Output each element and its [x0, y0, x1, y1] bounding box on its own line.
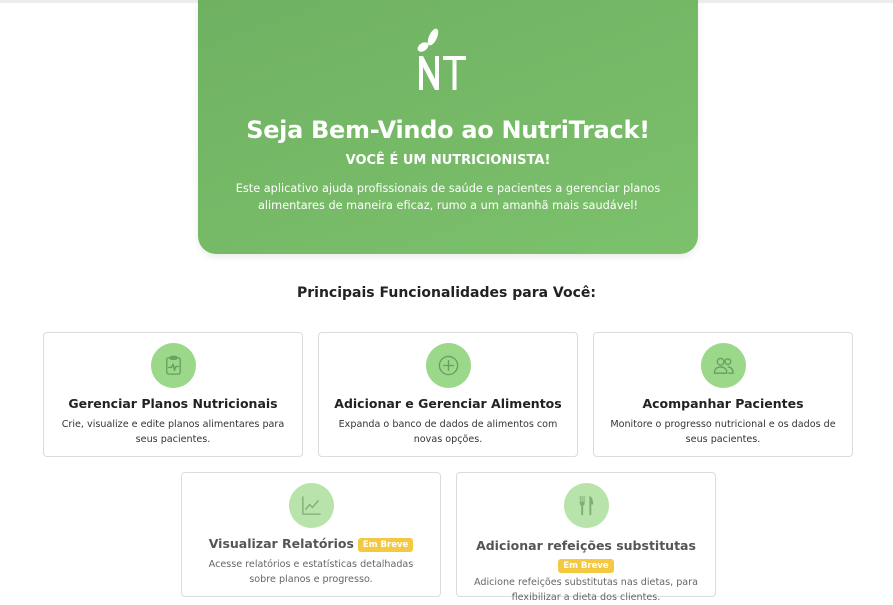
card-title: Gerenciar Planos Nutricionais [68, 396, 278, 411]
badge-row: Em Breve [457, 555, 715, 574]
welcome-banner: Seja Bem-Vindo ao NutriTrack! VOCÊ É UM … [198, 0, 698, 254]
chart-line-icon [289, 483, 334, 528]
card-title: Acompanhar Pacientes [642, 396, 804, 411]
coming-soon-badge: Em Breve [558, 558, 614, 573]
feature-card-patients[interactable]: Acompanhar Pacientes Monitore o progress… [593, 332, 853, 457]
card-description: Expanda o banco de dados de alimentos co… [338, 419, 558, 445]
features-heading: Principais Funcionalidades para Você: [297, 285, 596, 301]
feature-card-reports[interactable]: Visualizar Relatórios Em Breve Acesse rel… [181, 472, 441, 597]
card-title: Adicionar refeições substitutas [476, 538, 696, 553]
card-title-text: Visualizar Relatórios [208, 536, 354, 551]
welcome-description: Este aplicativo ajuda profissionais de s… [235, 182, 661, 212]
nutritrack-logo [412, 26, 482, 96]
welcome-title: Seja Bem-Vindo ao NutriTrack! [246, 116, 650, 144]
card-title: Visualizar Relatórios Em Breve [182, 536, 440, 552]
card-description: Adicione refeições substitutas nas dieta… [474, 577, 698, 603]
card-description: Crie, visualize e edite planos alimentar… [61, 419, 285, 445]
feature-card-foods[interactable]: Adicionar e Gerenciar Alimentos Expanda … [318, 332, 578, 457]
users-icon [701, 343, 746, 388]
plus-circle-icon [426, 343, 471, 388]
feature-card-substitute-meals[interactable]: Adicionar refeições substitutas Em Breve… [456, 472, 716, 603]
clipboard-pulse-icon [151, 343, 196, 388]
feature-card-nutrition-plans[interactable]: Gerenciar Planos Nutricionais Crie, visu… [43, 332, 303, 457]
card-description: Acesse relatórios e estatísticas detalha… [208, 559, 414, 585]
coming-soon-badge: Em Breve [357, 537, 414, 552]
card-title: Adicionar e Gerenciar Alimentos [334, 396, 562, 411]
welcome-subtitle: VOCÊ É UM NUTRICIONISTA! [345, 153, 551, 168]
utensils-icon [564, 483, 609, 528]
card-description: Monitore o progresso nutricional e os da… [610, 419, 836, 445]
